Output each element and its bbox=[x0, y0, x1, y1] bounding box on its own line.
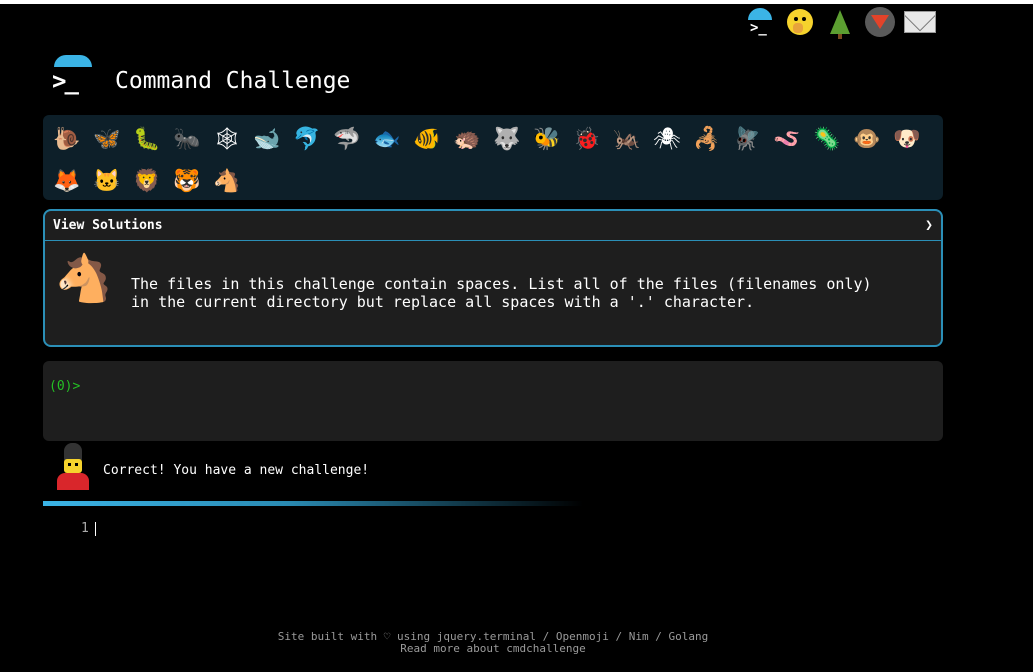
fly-icon[interactable]: 🪰 bbox=[727, 119, 767, 161]
status-message: Correct! You have a new challenge! bbox=[103, 463, 370, 478]
horse-icon[interactable]: 🐴 bbox=[207, 161, 247, 203]
line-number: 1 bbox=[81, 521, 89, 536]
cat-icon[interactable]: 🐱 bbox=[87, 161, 127, 203]
read-more-link[interactable]: Read more about cmdchallenge bbox=[400, 642, 585, 655]
view-solutions-label: View Solutions bbox=[53, 218, 163, 233]
wolf-icon[interactable]: 🐺 bbox=[487, 119, 527, 161]
hedgehog-icon[interactable]: 🦔 bbox=[447, 119, 487, 161]
butterfly-icon[interactable]: 🦋 bbox=[87, 119, 127, 161]
editor[interactable]: 1 bbox=[81, 521, 96, 536]
scorpion-icon[interactable]: 🦂 bbox=[687, 119, 727, 161]
horse-icon: 🐴 bbox=[55, 251, 113, 305]
tropical-fish-icon[interactable]: 🐠 bbox=[407, 119, 447, 161]
spider-icon[interactable]: 🕷 bbox=[647, 119, 687, 161]
footer: Site built with ♡ using jquery.terminal … bbox=[0, 631, 986, 655]
lion-icon[interactable]: 🦁 bbox=[127, 161, 167, 203]
text-cursor bbox=[94, 521, 96, 536]
shark-icon[interactable]: 🦈 bbox=[327, 119, 367, 161]
shushing-face-icon[interactable] bbox=[784, 6, 816, 38]
guard-icon bbox=[54, 443, 92, 491]
fish-icon[interactable]: 🐟 bbox=[367, 119, 407, 161]
terminal-icon[interactable]: >_ bbox=[744, 6, 776, 38]
whale-icon[interactable]: 🐋 bbox=[247, 119, 287, 161]
top-border bbox=[0, 0, 1033, 4]
evergreen-tree-icon[interactable] bbox=[824, 6, 856, 39]
fox-icon[interactable]: 🦊 bbox=[47, 161, 87, 203]
top-nav: >_ bbox=[744, 6, 936, 39]
solutions-panel: View Solutions ❯ 🐴 The files in this cha… bbox=[43, 209, 943, 347]
caterpillar-icon[interactable]: 🐛 bbox=[127, 119, 167, 161]
bee-icon[interactable]: 🐝 bbox=[527, 119, 567, 161]
monkey-icon[interactable]: 🐵 bbox=[847, 119, 887, 161]
dog-icon[interactable]: 🐶 bbox=[887, 119, 927, 161]
progress-bar bbox=[43, 501, 583, 506]
page-title: Command Challenge bbox=[115, 68, 351, 94]
dolphin-icon[interactable]: 🐬 bbox=[287, 119, 327, 161]
tiger-icon[interactable]: 🐯 bbox=[167, 161, 207, 203]
envelope-icon[interactable] bbox=[904, 6, 936, 38]
ant-icon[interactable]: 🐜 bbox=[167, 119, 207, 161]
web-icon[interactable]: 🕸 bbox=[207, 119, 247, 161]
view-solutions-toggle[interactable]: View Solutions ❯ bbox=[45, 211, 941, 241]
gitlab-icon[interactable] bbox=[864, 6, 896, 38]
terminal-prompt: (0)> bbox=[49, 379, 81, 394]
challenge-description: The files in this challenge contain spac… bbox=[131, 275, 872, 311]
cricket-icon[interactable]: 🦗 bbox=[607, 119, 647, 161]
ladybug-icon[interactable]: 🐞 bbox=[567, 119, 607, 161]
snail-icon[interactable]: 🐌 bbox=[47, 119, 87, 161]
chevron-right-icon: ❯ bbox=[925, 218, 933, 233]
terminal[interactable]: (0)> bbox=[43, 361, 943, 441]
worm-icon[interactable]: 🪱 bbox=[767, 119, 807, 161]
microbe-icon[interactable]: 🦠 bbox=[807, 119, 847, 161]
logo: >_ bbox=[50, 53, 96, 99]
challenge-list: 🐌 🦋 🐛 🐜 🕸 🐋 🐬 🦈 🐟 🐠 🦔 🐺 🐝 🐞 🦗 🕷 🦂 🪰 🪱 🦠 🐵 🐶 🦊 🐱 🦁 🐯 🐴 bbox=[43, 115, 943, 200]
